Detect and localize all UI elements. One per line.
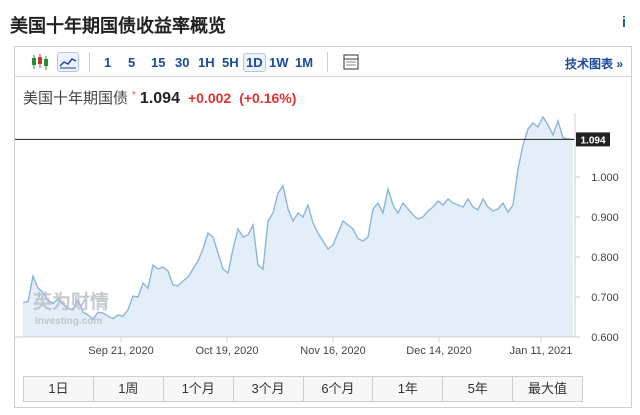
page-title: 美国十年期国债收益率概览 xyxy=(10,16,226,36)
y-tick-label: 1.000 xyxy=(591,172,619,184)
range-5y[interactable]: 5年 xyxy=(443,377,514,401)
x-tick-label: Nov 16, 2020 xyxy=(300,345,365,357)
interval-15[interactable]: 15 xyxy=(151,55,165,70)
interval-1m[interactable]: 1M xyxy=(295,55,313,70)
watermark-brand: 英为财情 xyxy=(33,290,109,313)
range-6m[interactable]: 6个月 xyxy=(303,377,374,401)
title-bar: 美国十年期国债收益率概览 i xyxy=(0,0,640,40)
table-view-icon[interactable] xyxy=(340,52,362,72)
y-tick-label: 0.800 xyxy=(591,252,619,264)
chart-widget: 1 5 15 30 1H 5H 1D 1W 1M 技术图表 » 美国十年期国债 *… xyxy=(14,46,632,408)
x-tick-label: Sep 21, 2020 xyxy=(88,345,153,357)
interval-1[interactable]: 1 xyxy=(104,55,111,70)
current-price-tag-label: 1.094 xyxy=(580,135,605,146)
candlestick-chart-icon[interactable] xyxy=(29,52,51,72)
interval-5[interactable]: 5 xyxy=(128,55,135,70)
last-price: 1.094 xyxy=(139,90,180,107)
quote-row: 美国十年期国债 * 1.094 +0.002 (+0.16%) xyxy=(23,87,296,109)
watermark-logo: 英为财情 Investing.com xyxy=(33,290,109,327)
range-max[interactable]: 最大值 xyxy=(513,377,582,401)
toolbar-divider xyxy=(327,52,328,72)
interval-30[interactable]: 30 xyxy=(175,55,189,70)
range-1d[interactable]: 1日 xyxy=(24,377,94,401)
interval-1d[interactable]: 1D xyxy=(243,53,266,72)
watermark-sub: Investing.com xyxy=(35,316,102,327)
technical-chart-link[interactable]: 技术图表 » xyxy=(565,55,623,72)
interval-1h[interactable]: 1H xyxy=(198,55,215,70)
delayed-marker: * xyxy=(132,90,136,101)
interval-1w[interactable]: 1W xyxy=(269,55,289,70)
chart-toolbar: 1 5 15 30 1H 5H 1D 1W 1M 技术图表 » xyxy=(15,47,631,77)
price-change: +0.002 xyxy=(187,90,232,106)
y-tick-label: 0.900 xyxy=(591,212,619,224)
toolbar-divider xyxy=(89,52,90,72)
info-icon[interactable]: i xyxy=(622,14,626,31)
y-tick-label: 0.700 xyxy=(591,292,619,304)
x-tick-label: Jan 11, 2021 xyxy=(510,345,573,357)
range-selector: 1日 1周 1个月 3个月 6个月 1年 5年 最大值 xyxy=(23,376,583,402)
current-price-tag: 1.094 xyxy=(576,132,610,147)
y-tick-label: 0.600 xyxy=(591,332,619,344)
range-3m[interactable]: 3个月 xyxy=(233,377,304,401)
interval-5h[interactable]: 5H xyxy=(222,55,239,70)
area-chart-icon[interactable] xyxy=(57,52,79,72)
x-tick-label: Dec 14, 2020 xyxy=(406,345,471,357)
x-tick-label: Oct 19, 2020 xyxy=(196,345,259,357)
range-1m[interactable]: 1个月 xyxy=(163,377,234,401)
range-1w[interactable]: 1周 xyxy=(93,377,164,401)
yield-chart[interactable]: 英为财情 Investing.com 0.600 0.700 0.800 0.900 1… xyxy=(15,113,631,373)
price-change-percent: (+0.16%) xyxy=(239,90,297,106)
x-axis: Sep 21, 2020 Oct 19, 2020 Nov 16, 2020 Dec … xyxy=(88,337,572,357)
y-axis: 0.600 0.700 0.800 0.900 1.000 xyxy=(575,172,619,344)
instrument-name: 美国十年期国债 xyxy=(23,90,129,107)
range-1y[interactable]: 1年 xyxy=(373,377,444,401)
